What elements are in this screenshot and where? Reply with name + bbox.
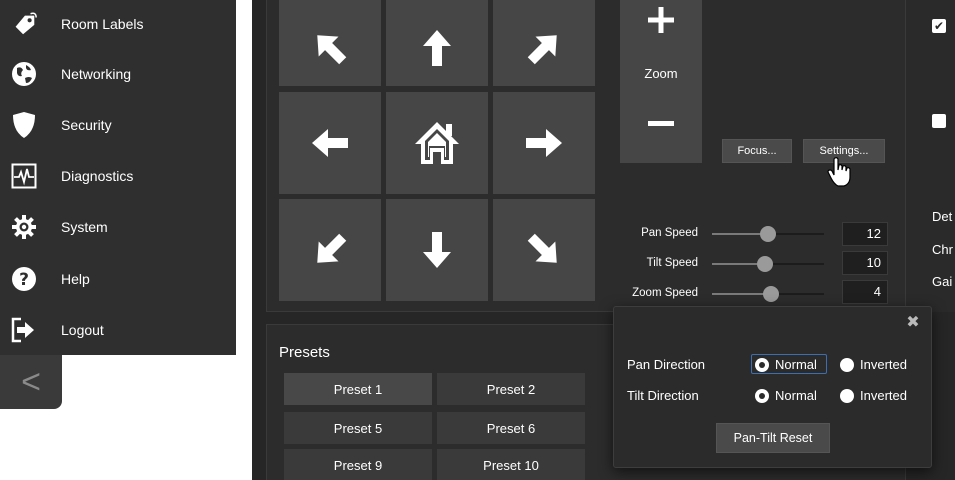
tilt-down-button[interactable] <box>386 199 488 301</box>
arrow-up-right-icon <box>527 35 557 65</box>
preset-button[interactable]: Preset 6 <box>437 412 585 444</box>
camera-setting-label: Gai <box>932 274 953 289</box>
zoom-speed-value[interactable]: 4 <box>842 280 888 304</box>
preset-button[interactable]: Preset 5 <box>284 412 432 444</box>
zoom-in-button[interactable] <box>620 0 702 40</box>
sidebar-item-diagnostics[interactable]: Diagnostics <box>0 154 236 198</box>
pan-speed-label: Pan Speed <box>641 227 698 239</box>
globe-icon <box>10 60 38 88</box>
sidebar-item-networking[interactable]: Networking <box>0 52 236 96</box>
preset-button[interactable]: Preset 9 <box>284 449 432 480</box>
camera-setting-label: Chr <box>932 242 953 257</box>
sidebar-item-label: Help <box>61 271 90 287</box>
sidebar-item-label: Networking <box>61 66 132 82</box>
logout-icon <box>10 316 38 344</box>
close-icon[interactable]: ✖ <box>905 315 921 331</box>
tilt-up-button[interactable] <box>386 0 488 86</box>
pan-down-left-button[interactable] <box>279 199 381 301</box>
focus-button[interactable]: Focus... <box>722 139 792 163</box>
tag-icon <box>10 10 38 38</box>
arrow-left-icon <box>312 129 348 157</box>
home-button[interactable] <box>386 92 488 194</box>
zoom-control: Zoom <box>620 0 702 163</box>
pan-direction-label: Pan Direction <box>627 357 706 372</box>
sidebar-item-label: Security <box>61 117 112 133</box>
shield-icon <box>10 111 38 139</box>
pan-down-right-button[interactable] <box>493 199 595 301</box>
sidebar: Room Labels Networking Security Diagnost… <box>0 0 236 355</box>
arrow-right-icon <box>526 129 562 157</box>
presets-title: Presets <box>279 344 330 361</box>
pan-normal-radio[interactable]: Normal <box>755 357 817 372</box>
pan-speed-slider[interactable] <box>712 226 824 242</box>
pan-inverted-radio[interactable]: Inverted <box>840 357 907 372</box>
radio-selected-icon <box>755 388 769 403</box>
arrow-up-left-icon <box>317 35 347 65</box>
pan-up-left-button[interactable] <box>279 0 381 86</box>
pan-up-right-button[interactable] <box>493 0 595 86</box>
radio-selected-icon <box>755 357 769 372</box>
preset-button[interactable]: Preset 10 <box>437 449 585 480</box>
radio-label: Inverted <box>860 388 907 403</box>
pan-right-button[interactable] <box>493 92 595 194</box>
zoom-speed-slider[interactable] <box>712 286 824 302</box>
plus-icon <box>648 7 674 33</box>
sidebar-item-room-labels[interactable]: Room Labels <box>0 2 236 46</box>
question-icon: ? <box>10 265 38 293</box>
sidebar-item-logout[interactable]: Logout <box>0 308 236 352</box>
tilt-normal-radio[interactable]: Normal <box>755 388 817 403</box>
app-window: Room Labels Networking Security Diagnost… <box>0 0 955 480</box>
tilt-speed-label: Tilt Speed <box>646 257 698 269</box>
camera-option-checkbox[interactable] <box>932 114 946 128</box>
zoom-speed-label: Zoom Speed <box>632 287 698 299</box>
camera-settings-panel <box>905 0 955 312</box>
arrow-down-icon <box>423 232 451 268</box>
camera-setting-label: Det <box>932 209 953 224</box>
gear-icon <box>10 213 38 241</box>
minus-icon <box>648 121 674 126</box>
arrow-up-icon <box>423 30 451 66</box>
radio-label: Normal <box>775 388 817 403</box>
pan-left-button[interactable] <box>279 92 381 194</box>
tilt-inverted-radio[interactable]: Inverted <box>840 388 907 403</box>
sidebar-item-help[interactable]: ? Help <box>0 257 236 301</box>
svg-text:?: ? <box>19 270 29 290</box>
sidebar-item-security[interactable]: Security <box>0 103 236 147</box>
pan-tilt-reset-button[interactable]: Pan-Tilt Reset <box>716 423 830 453</box>
camera-option-checkbox[interactable]: ✔ <box>932 19 946 33</box>
tilt-speed-value[interactable]: 10 <box>842 251 888 275</box>
tilt-speed-slider[interactable] <box>712 256 824 272</box>
pulse-icon <box>10 162 38 190</box>
home-icon <box>415 122 459 164</box>
slider-handle[interactable] <box>756 256 773 272</box>
preset-button[interactable]: Preset 1 <box>284 373 432 405</box>
zoom-out-button[interactable] <box>620 104 702 144</box>
sidebar-item-label: Diagnostics <box>61 168 134 184</box>
hand-cursor-icon <box>827 157 851 187</box>
sidebar-item-label: System <box>61 219 108 235</box>
slider-handle[interactable] <box>760 226 776 242</box>
arrow-down-left-icon <box>317 233 347 263</box>
radio-unselected-icon <box>840 388 854 403</box>
arrow-down-right-icon <box>527 233 557 263</box>
sidebar-collapse-button[interactable]: < <box>0 355 62 409</box>
radio-label: Inverted <box>860 357 907 372</box>
sidebar-item-label: Room Labels <box>61 16 144 32</box>
preset-button[interactable]: Preset 2 <box>437 373 585 405</box>
sidebar-item-system[interactable]: System <box>0 205 236 249</box>
tilt-direction-label: Tilt Direction <box>627 388 699 403</box>
pan-speed-value[interactable]: 12 <box>842 222 888 246</box>
sidebar-item-label: Logout <box>61 322 104 338</box>
zoom-label: Zoom <box>644 66 678 81</box>
radio-unselected-icon <box>840 357 854 372</box>
radio-label: Normal <box>775 357 817 372</box>
